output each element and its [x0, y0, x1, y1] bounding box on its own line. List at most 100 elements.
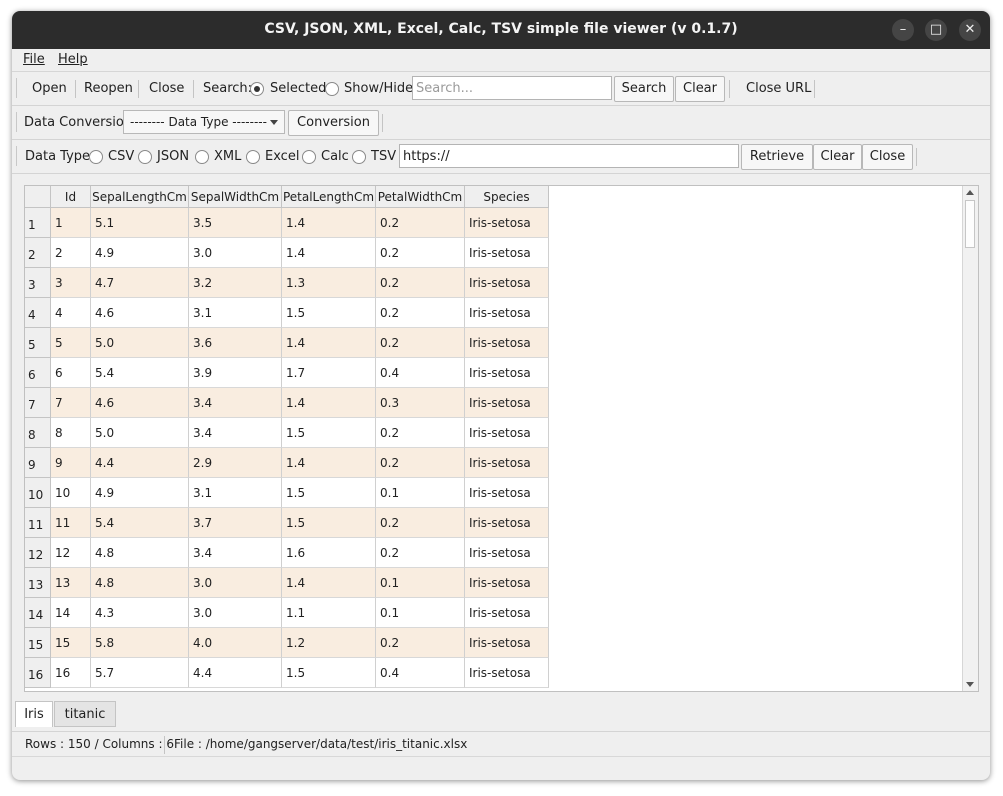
table-cell[interactable]: Iris-setosa: [465, 268, 549, 298]
table-row[interactable]: 1 1 5.1 3.5 1.4 0.2 Iris-setosa: [25, 208, 549, 238]
url-input[interactable]: https://: [399, 144, 739, 168]
row-header[interactable]: 15: [25, 628, 51, 658]
table-cell[interactable]: 5: [51, 328, 91, 358]
table-cell[interactable]: 3.4: [189, 388, 282, 418]
table-cell[interactable]: 2.9: [189, 448, 282, 478]
table-cell[interactable]: 0.1: [376, 478, 465, 508]
menu-help[interactable]: Help: [58, 52, 88, 67]
table-row[interactable]: 7 7 4.6 3.4 1.4 0.3 Iris-setosa: [25, 388, 549, 418]
radio-xml[interactable]: [195, 150, 209, 164]
table-row[interactable]: 2 2 4.9 3.0 1.4 0.2 Iris-setosa: [25, 238, 549, 268]
radio-json[interactable]: [138, 150, 152, 164]
open-button[interactable]: Open: [32, 81, 67, 96]
tab-titanic[interactable]: titanic: [54, 701, 116, 727]
table-row[interactable]: 12 12 4.8 3.4 1.6 0.2 Iris-setosa: [25, 538, 549, 568]
table-cell[interactable]: 5.0: [91, 328, 189, 358]
table-cell[interactable]: Iris-setosa: [465, 598, 549, 628]
table-cell[interactable]: Iris-setosa: [465, 298, 549, 328]
table-cell[interactable]: 1.4: [282, 328, 376, 358]
close-file-button[interactable]: Close: [149, 81, 184, 96]
data-grid[interactable]: Id SepalLengthCm SepalWidthCm PetalLengthCm…: [24, 185, 979, 692]
table-cell[interactable]: 4.9: [91, 238, 189, 268]
table-cell[interactable]: Iris-setosa: [465, 208, 549, 238]
table-cell[interactable]: 3.9: [189, 358, 282, 388]
table-cell[interactable]: 0.2: [376, 538, 465, 568]
grid-corner[interactable]: [25, 186, 51, 208]
table-cell[interactable]: Iris-setosa: [465, 478, 549, 508]
radio-showhide[interactable]: [325, 82, 339, 96]
radio-calc[interactable]: [302, 150, 316, 164]
table-row[interactable]: 9 9 4.4 2.9 1.4 0.2 Iris-setosa: [25, 448, 549, 478]
maximize-button[interactable]: □: [925, 19, 947, 41]
table-cell[interactable]: 4: [51, 298, 91, 328]
scroll-down-icon[interactable]: [966, 682, 974, 687]
table-cell[interactable]: 9: [51, 448, 91, 478]
minimize-button[interactable]: –: [892, 19, 914, 41]
vertical-scrollbar[interactable]: [962, 186, 978, 691]
table-cell[interactable]: 1.4: [282, 208, 376, 238]
row-header[interactable]: 7: [25, 388, 51, 418]
table-cell[interactable]: 6: [51, 358, 91, 388]
table-cell[interactable]: 4.3: [91, 598, 189, 628]
table-cell[interactable]: 1.4: [282, 388, 376, 418]
table-cell[interactable]: 3.1: [189, 298, 282, 328]
table-cell[interactable]: 1.4: [282, 448, 376, 478]
close-url-input-button[interactable]: Close: [862, 144, 913, 170]
table-cell[interactable]: 3: [51, 268, 91, 298]
table-cell[interactable]: 4.0: [189, 628, 282, 658]
table-cell[interactable]: 0.3: [376, 388, 465, 418]
table-cell[interactable]: 0.2: [376, 508, 465, 538]
column-header[interactable]: PetalWidthCm: [376, 186, 465, 208]
table-cell[interactable]: 3.0: [189, 238, 282, 268]
table-cell[interactable]: Iris-setosa: [465, 358, 549, 388]
table-cell[interactable]: 4.9: [91, 478, 189, 508]
table-row[interactable]: 6 6 5.4 3.9 1.7 0.4 Iris-setosa: [25, 358, 549, 388]
table-cell[interactable]: 13: [51, 568, 91, 598]
row-header[interactable]: 2: [25, 238, 51, 268]
retrieve-button[interactable]: Retrieve: [741, 144, 813, 170]
table-cell[interactable]: 1.5: [282, 508, 376, 538]
column-header[interactable]: PetalLengthCm: [282, 186, 376, 208]
row-header[interactable]: 14: [25, 598, 51, 628]
table-cell[interactable]: 3.1: [189, 478, 282, 508]
table-cell[interactable]: 0.2: [376, 208, 465, 238]
table-cell[interactable]: 0.2: [376, 238, 465, 268]
table-cell[interactable]: 14: [51, 598, 91, 628]
menu-file[interactable]: File: [23, 52, 45, 67]
table-cell[interactable]: 1.5: [282, 418, 376, 448]
table-row[interactable]: 5 5 5.0 3.6 1.4 0.2 Iris-setosa: [25, 328, 549, 358]
table-cell[interactable]: 10: [51, 478, 91, 508]
table-cell[interactable]: 0.1: [376, 568, 465, 598]
table-cell[interactable]: 0.2: [376, 298, 465, 328]
table-cell[interactable]: 4.7: [91, 268, 189, 298]
table-cell[interactable]: 1.4: [282, 568, 376, 598]
table-cell[interactable]: Iris-setosa: [465, 418, 549, 448]
row-header[interactable]: 11: [25, 508, 51, 538]
radio-excel[interactable]: [246, 150, 260, 164]
radio-tsv-label[interactable]: TSV: [371, 149, 396, 164]
table-cell[interactable]: 3.6: [189, 328, 282, 358]
table-row[interactable]: 13 13 4.8 3.0 1.4 0.1 Iris-setosa: [25, 568, 549, 598]
column-header[interactable]: SepalWidthCm: [189, 186, 282, 208]
table-cell[interactable]: 2: [51, 238, 91, 268]
table-cell[interactable]: 15: [51, 628, 91, 658]
table-cell[interactable]: 5.1: [91, 208, 189, 238]
table-cell[interactable]: Iris-setosa: [465, 238, 549, 268]
clear-url-button[interactable]: Clear: [813, 144, 862, 170]
table-row[interactable]: 3 3 4.7 3.2 1.3 0.2 Iris-setosa: [25, 268, 549, 298]
table-cell[interactable]: Iris-setosa: [465, 448, 549, 478]
row-header[interactable]: 6: [25, 358, 51, 388]
table-cell[interactable]: 4.4: [91, 448, 189, 478]
table-cell[interactable]: 12: [51, 538, 91, 568]
table-cell[interactable]: 0.2: [376, 268, 465, 298]
radio-showhide-label[interactable]: Show/Hide: [344, 81, 413, 96]
table-cell[interactable]: 1.2: [282, 628, 376, 658]
row-header[interactable]: 16: [25, 658, 51, 688]
table-row[interactable]: 8 8 5.0 3.4 1.5 0.2 Iris-setosa: [25, 418, 549, 448]
table-cell[interactable]: 16: [51, 658, 91, 688]
table-cell[interactable]: 11: [51, 508, 91, 538]
table-row[interactable]: 11 11 5.4 3.7 1.5 0.2 Iris-setosa: [25, 508, 549, 538]
table-cell[interactable]: 1.5: [282, 478, 376, 508]
table-cell[interactable]: 7: [51, 388, 91, 418]
table-cell[interactable]: Iris-setosa: [465, 628, 549, 658]
